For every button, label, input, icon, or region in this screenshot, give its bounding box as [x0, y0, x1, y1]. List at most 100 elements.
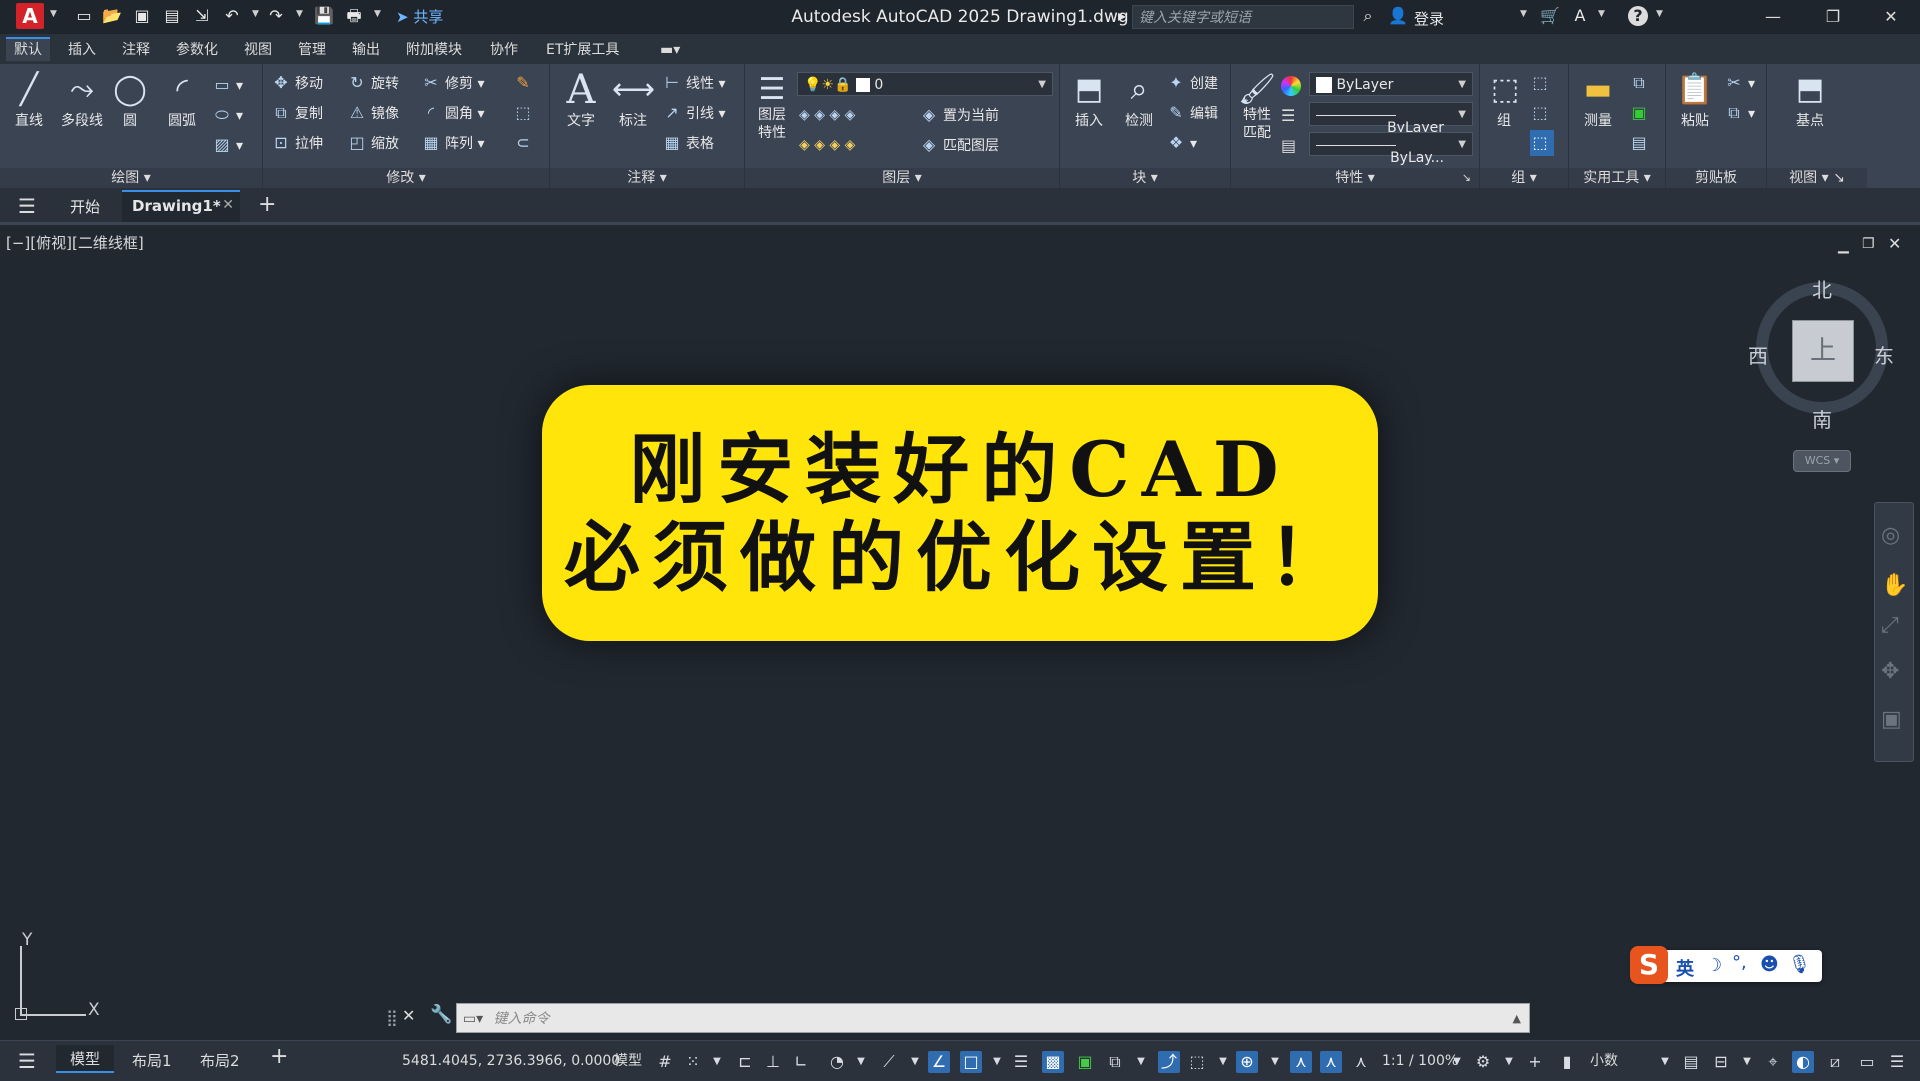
cart-icon[interactable]: 🛒 — [1540, 6, 1560, 26]
set-current-tool[interactable]: ◈ 置为当前 — [919, 102, 999, 128]
lineweight-display-icon[interactable]: ☰ — [1010, 1051, 1032, 1073]
rotate-tool[interactable]: ↻ 旋转 — [347, 70, 399, 96]
hamburger-menu-icon[interactable]: ☰ — [18, 194, 36, 218]
select-all-icon[interactable]: ▣ — [1629, 100, 1653, 126]
lock-ui-icon[interactable]: ⊟ — [1710, 1051, 1732, 1073]
export-icon[interactable]: ⇲ — [192, 6, 212, 26]
help-icon[interactable]: ? — [1628, 6, 1648, 26]
login-caret-icon[interactable]: ▼ — [1520, 9, 1527, 19]
viewcube-top-face[interactable]: 上 — [1792, 320, 1854, 382]
scale-tool[interactable]: ◰ 缩放 — [347, 130, 399, 156]
help-caret-icon[interactable]: ▼ — [1656, 9, 1663, 19]
search-expand-icon[interactable]: ▸ — [1112, 6, 1132, 26]
share-button[interactable]: ➤ 共享 — [396, 4, 443, 30]
mirror-tool[interactable]: ⚠ 镜像 — [347, 100, 399, 126]
command-history-caret-icon[interactable]: ▲ — [1513, 1004, 1521, 1034]
wcs-menu[interactable]: WCS ▾ — [1793, 450, 1851, 472]
lock-ui-caret-icon[interactable]: ▼ — [1736, 1051, 1758, 1073]
match-properties-tool[interactable]: 🖌 特性 匹配 — [1235, 70, 1279, 142]
customize-statusbar-icon[interactable]: ☰ — [1886, 1051, 1908, 1073]
infer-constraints-icon[interactable]: ⊏ — [734, 1051, 756, 1073]
autodesk-a-icon[interactable]: A — [1570, 6, 1590, 26]
cut-icon[interactable]: ✂ ▾ — [1724, 70, 1755, 96]
copy-clip-icon[interactable]: ⧉ ▾ — [1724, 100, 1755, 126]
login-link[interactable]: 登录 — [1414, 8, 1444, 29]
qat-customize-caret-icon[interactable]: ▼ — [374, 9, 381, 19]
ortho-icon[interactable]: ∟ — [790, 1051, 812, 1073]
ribbon-toggle-icon[interactable]: ▬▾ — [652, 39, 688, 61]
clipboard-panel-label[interactable]: 剪贴板 — [1666, 168, 1766, 188]
array-tool[interactable]: ▦ 阵列 ▾ — [421, 130, 484, 156]
leader-tool[interactable]: ↗ 引线 ▾ — [662, 100, 725, 126]
tab-view[interactable]: 视图 — [236, 39, 280, 61]
3d-osnap-caret-icon[interactable]: ▼ — [1130, 1051, 1152, 1073]
pan-hand-icon[interactable]: ✋ — [1881, 573, 1908, 598]
cursor-coordinates[interactable]: 5481.4045, 2736.3966, 0.0000 — [402, 1049, 620, 1073]
block-attr-tool[interactable]: ❖ ▾ — [1166, 130, 1197, 156]
redo-icon[interactable]: ↷ — [266, 6, 286, 26]
text-tool[interactable]: A 文字 — [556, 70, 606, 130]
close-tab-icon[interactable]: ✕ — [222, 197, 234, 213]
drawing-tab[interactable]: Drawing1* ✕ — [122, 190, 240, 222]
groups-panel-label[interactable]: 组 ▾ — [1480, 168, 1568, 188]
grid-icon[interactable]: # — [654, 1051, 676, 1073]
group-tool[interactable]: ⬚ 组 — [1484, 70, 1524, 130]
dynamic-input-icon[interactable]: ⊥ — [762, 1051, 784, 1073]
arc-tool[interactable]: ◜ 圆弧 — [158, 70, 206, 130]
selection-cycling-icon[interactable]: ▣ — [1074, 1051, 1096, 1073]
start-tab[interactable]: 开始 — [70, 196, 100, 217]
ime-halfwidth-icon[interactable]: ☽ — [1706, 955, 1722, 976]
utilities-panel-label[interactable]: 实用工具 ▾ — [1569, 168, 1665, 188]
polar-tracking-icon[interactable]: ◔ — [826, 1051, 848, 1073]
viewport-minimize-icon[interactable]: ▁ — [1838, 238, 1849, 254]
cmdline-customize-icon[interactable]: 🔧 — [430, 1004, 452, 1025]
calculator-icon[interactable]: ▤ — [1629, 130, 1653, 156]
paste-tool[interactable]: 📋 粘贴 — [1670, 70, 1720, 130]
layer-tools-row-2[interactable]: ◈ ◈ ◈ ◈ — [799, 132, 855, 158]
statusbar-layout-icon[interactable]: ▭ — [1856, 1051, 1878, 1073]
search-icon[interactable]: ⌕ — [1358, 6, 1378, 26]
ime-punctuation-icon[interactable]: °, — [1732, 952, 1747, 973]
fillet-tool[interactable]: ◜ 圆角 ▾ — [421, 100, 485, 126]
compass-west[interactable]: 西 — [1748, 340, 1768, 369]
compass-south[interactable]: 南 — [1812, 404, 1832, 433]
erase-icon[interactable]: ✎ — [513, 70, 537, 96]
copy-tool[interactable]: ⧉ 复制 — [271, 100, 323, 126]
properties-panel-label[interactable]: 特性 ▾ ↘ — [1231, 168, 1479, 188]
isolate-objects-icon[interactable]: ⌖ — [1762, 1051, 1784, 1073]
dynamic-ucs-icon[interactable]: ⤴ — [1158, 1051, 1180, 1073]
layout-menu-icon[interactable]: ☰ — [18, 1049, 36, 1073]
plot-save-icon[interactable]: 💾 — [314, 6, 334, 26]
edit-block-tool[interactable]: ✎ 编辑 — [1166, 100, 1218, 126]
open-folder-icon[interactable]: 📂 — [102, 6, 122, 26]
ime-toolbar[interactable]: S 英 ☽ °, ☻ 🎙 — [1630, 946, 1822, 984]
auto-scale-icon[interactable]: ⋏ — [1320, 1051, 1342, 1073]
model-tab[interactable]: 模型 — [56, 1045, 115, 1073]
quick-properties-icon[interactable]: ▤ — [1680, 1051, 1702, 1073]
3d-osnap-icon[interactable]: ⧉ — [1104, 1051, 1126, 1073]
stretch-tool[interactable]: ⊡ 拉伸 — [271, 130, 323, 156]
search-input[interactable]: 键入关键字或短语 — [1132, 5, 1354, 29]
dimension-tool[interactable]: ⟷ 标注 — [608, 70, 658, 130]
annotation-visibility-icon[interactable]: ⋏ — [1290, 1051, 1312, 1073]
snap-caret-icon[interactable]: ▼ — [706, 1051, 728, 1073]
undo-caret-icon[interactable]: ▼ — [252, 9, 259, 19]
viewport-restore-icon[interactable]: ❐ — [1862, 236, 1875, 252]
draw-panel-label[interactable]: 绘图 ▾ — [0, 168, 262, 188]
units-icon[interactable]: ▮ — [1556, 1051, 1578, 1073]
layout2-tab[interactable]: 布局2 — [200, 1049, 240, 1073]
linetype-dropdown[interactable]: ByLayer ▼ — [1309, 102, 1473, 136]
tab-home[interactable]: 默认 — [6, 37, 50, 61]
save-icon[interactable]: ▣ — [132, 6, 152, 26]
selection-filter-icon[interactable]: ⬚ — [1186, 1051, 1208, 1073]
circle-tool[interactable]: ◯ 圆 — [108, 70, 152, 130]
layers-panel-label[interactable]: 图层 ▾ — [745, 168, 1059, 188]
annotation-panel-label[interactable]: 注释 ▾ — [550, 168, 744, 188]
app-menu-caret-icon[interactable]: ▼ — [50, 9, 57, 19]
snap-icon[interactable]: ⁙ — [682, 1051, 704, 1073]
cmdline-grip-icon[interactable]: ⣿ — [386, 1008, 398, 1027]
offset-icon[interactable]: ⊂ — [513, 130, 537, 156]
new-tab-plus-icon[interactable]: + — [258, 192, 276, 217]
linear-tool[interactable]: ⊢ 线性 ▾ — [662, 70, 725, 96]
close-button[interactable]: ✕ — [1868, 0, 1914, 34]
